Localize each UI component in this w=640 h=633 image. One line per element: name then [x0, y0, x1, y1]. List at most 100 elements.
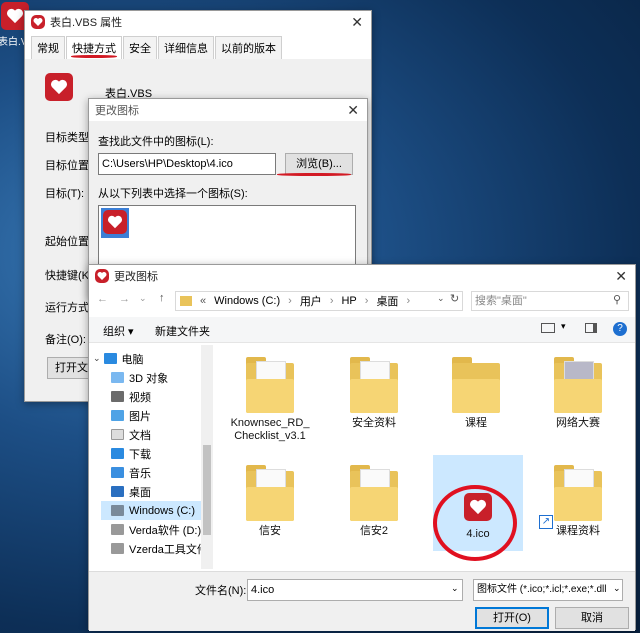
breadcrumb-drive[interactable]: Windows (C:) [214, 295, 280, 307]
file-item-folder[interactable]: 信安 [225, 465, 315, 538]
icon-file-path-input[interactable]: C:\Users\HP\Desktop\4.ico [98, 153, 276, 175]
tree-item-pictures[interactable]: 图片 [111, 406, 151, 425]
tree-item-label: 桌面 [129, 486, 151, 499]
tab-general[interactable]: 常规 [31, 36, 65, 59]
file-item-shortcut-folder[interactable]: ↗ 课程资料 [533, 465, 623, 538]
search-icon[interactable]: ⚲ [613, 293, 621, 306]
download-icon [111, 448, 124, 459]
folder-icon [452, 357, 500, 413]
up-arrow-icon[interactable]: ↑ [159, 292, 165, 304]
icon-list-item-selected[interactable] [101, 208, 129, 238]
properties-titlebar: 表白.VBS 属性 ✕ [25, 11, 371, 33]
breadcrumb-sep: › [406, 295, 411, 307]
close-icon[interactable]: ✕ [347, 102, 359, 119]
tab-details[interactable]: 详细信息 [158, 36, 214, 59]
breadcrumb-hp[interactable]: HP [341, 295, 356, 307]
tree-item-3d-objects[interactable]: 3D 对象 [111, 368, 168, 387]
shortcut-arrow-icon: ↗ [539, 515, 553, 529]
tree-item-label: Vzerda工具文件 [129, 543, 208, 556]
annotation-circle [433, 485, 517, 561]
file-name: 课程 [465, 417, 487, 429]
change-icon-titlebar: 更改图标 ✕ [89, 99, 367, 121]
file-item-folder[interactable]: 安全资料 [329, 357, 419, 430]
tree-item-videos[interactable]: 视频 [111, 387, 151, 406]
music-icon [111, 467, 124, 478]
file-name: 信安2 [359, 525, 389, 537]
close-icon[interactable]: ✕ [615, 268, 627, 285]
refresh-icon[interactable]: ↻ [450, 292, 459, 305]
breadcrumb-sep: › [364, 295, 369, 307]
file-item-folder[interactable]: Knownsec_RD_Checklist_v3.1 [225, 357, 315, 443]
tree-item-label: 音乐 [129, 467, 151, 480]
video-icon [111, 391, 124, 402]
breadcrumb-overflow[interactable]: « [200, 295, 206, 307]
tree-item-label: Verda软件 (D:) [129, 524, 202, 537]
tree-item-drive-c[interactable]: Windows (C:) [101, 501, 211, 520]
tab-previous-versions[interactable]: 以前的版本 [215, 36, 282, 59]
tree-item-label: 电脑 [121, 353, 144, 366]
folder-icon [350, 465, 398, 521]
window-title: 表白.VBS 属性 [50, 17, 123, 29]
chevron-down-icon[interactable]: ⌄ [451, 583, 459, 594]
filename-label: 文件名(N): [195, 585, 247, 597]
document-icon [111, 429, 124, 440]
file-item-folder[interactable]: 课程 [431, 357, 521, 430]
cancel-button[interactable]: 取消 [555, 607, 629, 629]
heart-icon [103, 210, 127, 234]
tree-item-label: 图片 [129, 410, 151, 423]
forward-arrow-icon[interactable]: → [119, 293, 130, 305]
new-folder-button[interactable]: 新建文件夹 [155, 323, 210, 339]
chevron-down-icon[interactable]: ⌄ [613, 583, 621, 594]
file-item-folder[interactable]: 信安2 [329, 465, 419, 538]
file-name: 网络大赛 [556, 417, 600, 429]
chevron-down-icon[interactable]: ▾ [561, 321, 566, 332]
breadcrumb-desktop[interactable]: 桌面 [376, 293, 398, 309]
folder-icon [350, 357, 398, 413]
open-button[interactable]: 打开(O) [475, 607, 549, 629]
browse-button[interactable]: 浏览(B)... [285, 153, 353, 175]
annotation-underline [277, 173, 351, 176]
scrollbar-thumb[interactable] [203, 445, 211, 535]
label-comment: 备注(O): [45, 334, 86, 346]
breadcrumb-users[interactable]: 用户 [300, 293, 322, 309]
tree-item-downloads[interactable]: 下载 [111, 444, 151, 463]
expand-chevron-icon[interactable]: ⌄ [93, 353, 101, 364]
scrollbar[interactable] [201, 345, 213, 569]
tab-security[interactable]: 安全 [123, 36, 157, 59]
tree-item-label: 3D 对象 [129, 372, 169, 385]
tree-item-label: 视频 [129, 391, 151, 404]
tree-item-music[interactable]: 音乐 [111, 463, 151, 482]
tree-item-pc[interactable]: ⌄ 电脑 [93, 349, 144, 368]
label-target-location: 目标位置: [45, 160, 93, 172]
chevron-down-icon[interactable]: ⌄ [139, 293, 147, 304]
breadcrumb[interactable]: « Windows (C:) › 用户 › HP › 桌面 › [175, 291, 463, 311]
organize-button[interactable]: 组织 ▾ [103, 323, 134, 339]
file-type-filter[interactable]: 图标文件 (*.ico;*.icl;*.exe;*.dll [473, 579, 623, 601]
desktop-icon [111, 486, 124, 497]
heart-icon [95, 269, 109, 283]
tree-item-documents[interactable]: 文档 [111, 425, 151, 444]
file-item-folder[interactable]: 网络大赛 [533, 357, 623, 430]
help-icon[interactable]: ? [613, 322, 627, 336]
filename-input[interactable]: 4.ico [247, 579, 463, 601]
preview-pane-icon[interactable] [585, 323, 597, 333]
tree-item-drive-d[interactable]: Verda软件 (D:) [111, 520, 201, 539]
file-open-dialog: 更改图标 ✕ ← → ⌄ ↑ « Windows (C:) › 用户 › HP … [88, 264, 636, 631]
tree-item-tools[interactable]: Vzerda工具文件 [111, 539, 208, 558]
tree-item-desktop[interactable]: 桌面 [111, 482, 151, 501]
dialog-title: 更改图标 [95, 105, 139, 117]
folder-icon [246, 465, 294, 521]
dropdown-chevron-icon[interactable]: ⌄ [437, 293, 445, 304]
folder-icon [246, 357, 294, 413]
close-icon[interactable]: ✕ [351, 14, 363, 31]
folder-icon [554, 357, 602, 413]
drive-icon [111, 505, 124, 516]
file-name: Knownsec_RD_Checklist_v3.1 [230, 417, 310, 442]
tree-item-label: 文档 [129, 429, 151, 442]
annotation-underline [71, 55, 117, 58]
label-target: 目标(T): [45, 188, 85, 200]
file-name: 信安 [259, 525, 281, 537]
back-arrow-icon[interactable]: ← [97, 293, 108, 305]
view-options-icon[interactable] [541, 323, 555, 333]
search-input[interactable]: 搜索"桌面" [471, 291, 629, 311]
